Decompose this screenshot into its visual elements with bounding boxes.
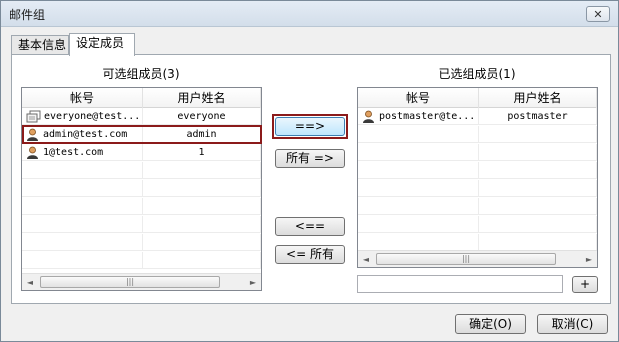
empty-row bbox=[22, 252, 261, 269]
tab-label: 基本信息 bbox=[18, 38, 67, 52]
scroll-right-icon[interactable]: ► bbox=[245, 274, 261, 290]
ok-button[interactable]: 确定(O) bbox=[455, 314, 526, 334]
horizontal-scrollbar[interactable]: ◄ ||| ► bbox=[358, 250, 597, 267]
user-icon bbox=[363, 110, 374, 123]
scroll-thumb[interactable]: ||| bbox=[40, 276, 220, 288]
empty-row bbox=[358, 126, 597, 143]
remove-member-button[interactable]: <== bbox=[275, 217, 345, 236]
add-all-members-button[interactable]: 所有 => bbox=[275, 149, 345, 168]
available-members-list[interactable]: 帐号 用户姓名 everyone@test... everyone admin@… bbox=[21, 87, 262, 291]
list-item[interactable]: postmaster@te... postmaster bbox=[358, 108, 597, 125]
list-body: postmaster@te... postmaster bbox=[358, 108, 597, 251]
mail-group-dialog: 邮件组 ✕ 基本信息 设定成员 可选组成员(3) 帐号 用户姓名 everyon… bbox=[0, 0, 619, 342]
column-header-username[interactable]: 用户姓名 bbox=[143, 88, 261, 108]
empty-row bbox=[358, 198, 597, 215]
add-address-button[interactable]: + bbox=[572, 276, 598, 293]
account-cell: everyone@test... bbox=[22, 108, 143, 125]
scroll-left-icon[interactable]: ◄ bbox=[22, 274, 38, 290]
username-cell: admin bbox=[143, 126, 261, 143]
empty-row bbox=[358, 162, 597, 179]
available-members-label: 可选组成员(3) bbox=[102, 67, 180, 81]
group-icon bbox=[26, 110, 41, 123]
cancel-button[interactable]: 取消(C) bbox=[537, 314, 608, 334]
scroll-left-icon[interactable]: ◄ bbox=[358, 251, 374, 267]
column-header-username[interactable]: 用户姓名 bbox=[479, 88, 597, 108]
remove-all-members-button[interactable]: <= 所有 bbox=[275, 245, 345, 264]
account-text: postmaster@te... bbox=[379, 111, 476, 122]
username-cell: everyone bbox=[143, 108, 261, 125]
selected-members-label: 已选组成员(1) bbox=[438, 67, 516, 81]
tab-label: 设定成员 bbox=[76, 36, 125, 50]
title-bar: 邮件组 ✕ bbox=[1, 1, 618, 27]
username-cell: 1 bbox=[143, 144, 261, 161]
empty-row bbox=[358, 216, 597, 233]
list-header: 帐号 用户姓名 bbox=[22, 88, 261, 108]
tab-basic-info[interactable]: 基本信息 bbox=[11, 35, 69, 55]
window-title: 邮件组 bbox=[9, 8, 46, 22]
empty-row bbox=[358, 234, 597, 251]
close-button[interactable]: ✕ bbox=[586, 6, 610, 22]
column-header-account[interactable]: 帐号 bbox=[22, 88, 143, 108]
empty-row bbox=[22, 216, 261, 233]
account-cell: admin@test.com bbox=[22, 126, 143, 143]
empty-row bbox=[358, 144, 597, 161]
username-cell: postmaster bbox=[479, 108, 597, 125]
list-item[interactable]: 1@test.com 1 bbox=[22, 144, 261, 161]
account-text: everyone@test... bbox=[44, 111, 141, 122]
list-body: everyone@test... everyone admin@test.com… bbox=[22, 108, 261, 272]
add-member-button[interactable]: ==> bbox=[275, 117, 345, 136]
scroll-thumb[interactable]: ||| bbox=[376, 253, 556, 265]
member-address-input[interactable] bbox=[357, 275, 563, 293]
account-cell: 1@test.com bbox=[22, 144, 143, 161]
account-cell: postmaster@te... bbox=[358, 108, 479, 125]
tab-set-members[interactable]: 设定成员 bbox=[69, 33, 135, 56]
scroll-right-icon[interactable]: ► bbox=[581, 251, 597, 267]
list-item[interactable]: everyone@test... everyone bbox=[22, 108, 261, 125]
list-header: 帐号 用户姓名 bbox=[358, 88, 597, 108]
user-icon bbox=[27, 128, 38, 141]
empty-row bbox=[22, 198, 261, 215]
account-text: admin@test.com bbox=[43, 129, 128, 140]
list-item[interactable]: admin@test.com admin bbox=[22, 126, 261, 143]
empty-row bbox=[358, 180, 597, 197]
horizontal-scrollbar[interactable]: ◄ ||| ► bbox=[22, 273, 261, 290]
user-icon bbox=[27, 146, 38, 159]
empty-row bbox=[22, 162, 261, 179]
account-text: 1@test.com bbox=[43, 147, 104, 158]
empty-row bbox=[22, 234, 261, 251]
empty-row bbox=[22, 180, 261, 197]
selected-members-list[interactable]: 帐号 用户姓名 postmaster@te... postmaster ◄ ||… bbox=[357, 87, 598, 268]
column-header-account[interactable]: 帐号 bbox=[358, 88, 479, 108]
close-icon: ✕ bbox=[593, 7, 603, 21]
